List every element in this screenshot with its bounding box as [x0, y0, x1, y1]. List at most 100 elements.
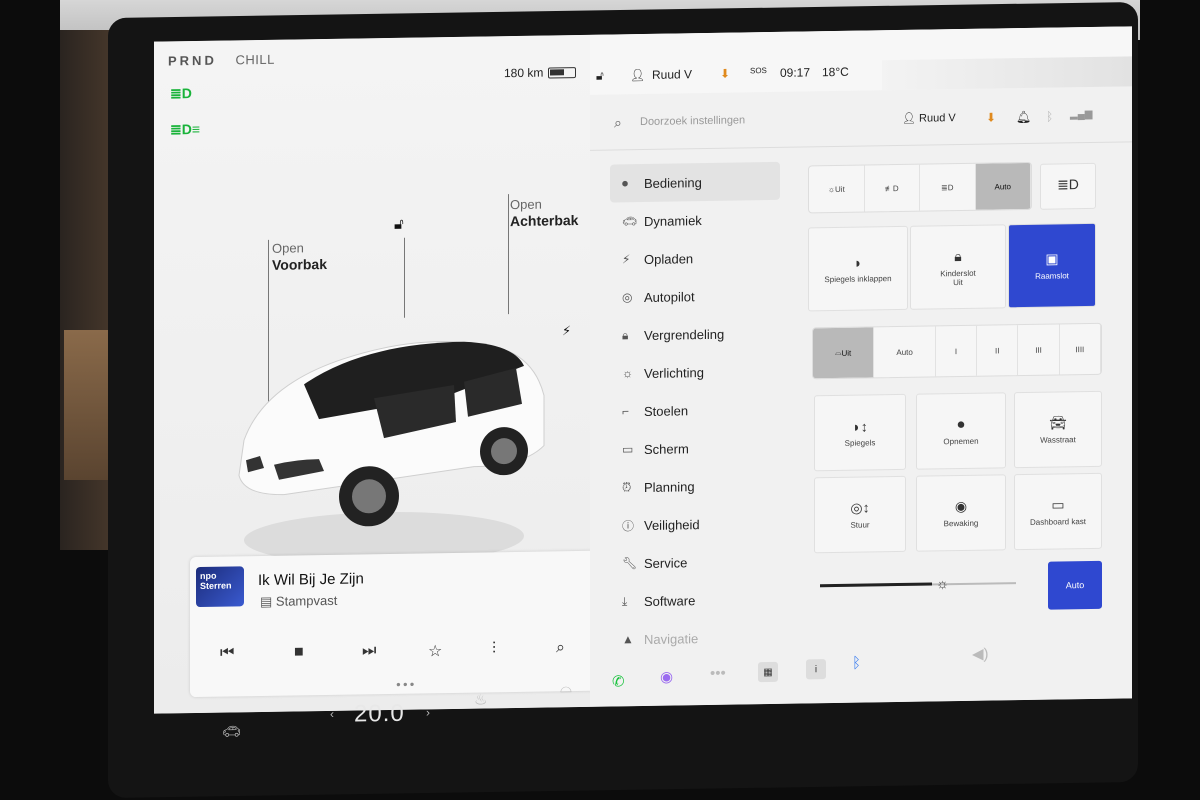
menu-item-verlichting[interactable]: ☼ Verlichting [610, 352, 780, 393]
wiper-speed-2[interactable]: II [977, 325, 1019, 376]
carwash-shortcut[interactable]: 🚘︎ Wasstraat [1014, 390, 1102, 469]
camera-icon[interactable]: ◉ [660, 668, 673, 686]
seat-heater-icon[interactable]: ♨ [474, 690, 487, 708]
download-icon[interactable]: ⬇︎ [720, 67, 730, 81]
menu-item-opladen[interactable]: ⚡︎ Opladen [610, 238, 780, 279]
menu-label: Opladen [644, 250, 694, 267]
profile-button[interactable]: 👤︎ Ruud V [902, 111, 956, 125]
display-icon: ▭ [622, 442, 634, 457]
glovebox-shortcut[interactable]: ▭ Dashboard kast [1014, 472, 1102, 551]
parking-lights-option[interactable]: ≢D [864, 164, 920, 212]
photo-background: PRND CHILL 180 km ≣D ≣D≡ Open Voorbak 🔓︎… [0, 0, 1200, 800]
wiper-speed-3[interactable]: III [1018, 324, 1060, 376]
trunk-label-top: Open [510, 196, 542, 213]
menu-item-stoelen[interactable]: ⌐ Stoelen [610, 390, 780, 431]
menu-item-autopilot[interactable]: ◎ Autopilot [610, 276, 780, 317]
menu-item-veiligheid[interactable]: ⓘ Veiligheid [610, 504, 780, 545]
bluetooth-status-icon: ᛒ [1046, 109, 1054, 124]
artist-name: Stampvast [275, 592, 338, 609]
menu-item-bediening[interactable]: ⏺︎ Bediening [610, 161, 780, 203]
high-beam-button[interactable]: ≣D [1040, 162, 1096, 210]
navigation-icon: ▲ [622, 632, 634, 647]
lights-off-option[interactable]: ☼ Uit [809, 165, 865, 213]
menu-item-service[interactable]: 🔧︎ Service [610, 542, 780, 583]
open-trunk-button[interactable]: Open Achterbak [510, 195, 578, 230]
menu-label: Dynamiek [644, 212, 702, 229]
sos-icon[interactable]: SOS [750, 66, 767, 75]
wiper-mode-selector: ⌓ Uit Auto I II III IIII [812, 322, 1102, 380]
wiper-speed-1-label: I [954, 346, 958, 356]
profile-name[interactable]: Ruud V [652, 67, 692, 82]
open-frunk-button[interactable]: Open Voorbak [272, 239, 327, 274]
gear-selector: PRND CHILL [168, 52, 275, 69]
download-icon: ⤓ [622, 593, 628, 608]
wheel-label: Stuur [850, 520, 870, 530]
lock-status-icon[interactable]: 🔓︎ [596, 69, 604, 84]
range-readout: 180 km [504, 65, 544, 81]
menu-label: Navigatie [644, 630, 699, 647]
toggle-icon: ⏺︎ [622, 175, 629, 190]
unlock-icon[interactable]: 🔓︎ [394, 216, 404, 233]
wiper-speed-4[interactable]: IIII [1059, 323, 1101, 375]
carwash-label: Wasstraat [1040, 435, 1076, 445]
temp-down-icon[interactable]: ‹ [330, 707, 334, 721]
sentry-shortcut[interactable]: ◉ Bewaking [916, 474, 1006, 552]
album-art: npo Sterren [196, 566, 244, 608]
fold-mirrors-button[interactable]: ◗ Spiegels inklappen [808, 225, 908, 312]
window-lock-button[interactable]: ▣ Raamslot [1008, 222, 1096, 309]
menu-item-vergrendeling[interactable]: 🔒︎ Vergrendeling [610, 314, 780, 355]
menu-label: Service [644, 554, 688, 571]
car-icon[interactable]: 🚗︎ [222, 722, 241, 740]
wheel-shortcut[interactable]: ◎↕ Stuur [814, 475, 906, 554]
search-input[interactable] [640, 107, 800, 135]
update-icon[interactable]: ⬇︎ [986, 110, 996, 124]
bluetooth-icon[interactable]: ᛒ [852, 655, 861, 672]
menu-item-software[interactable]: ⤓ Software [610, 580, 780, 621]
brightness-slider[interactable]: ☼ [816, 564, 1040, 608]
lights-auto-option[interactable]: Auto [975, 162, 1031, 210]
sun-icon: ☼ [622, 366, 633, 381]
wipers-off-option[interactable]: ⌓ Uit [813, 327, 875, 379]
menu-label: Stoelen [644, 402, 689, 419]
low-beam-option[interactable]: ≣D [920, 163, 976, 211]
carwash-icon: 🚘︎ [1049, 414, 1067, 431]
cabin-temperature[interactable]: 20.0 [354, 700, 405, 729]
wipers-auto-option[interactable]: Auto [874, 326, 936, 378]
headlight-mode-selector: ☼ Uit ≢D ≣D Auto [808, 161, 1032, 214]
profile-icon[interactable]: 👤︎ [630, 68, 645, 82]
glovebox-icon: ▭ [1051, 496, 1065, 513]
bell-icon[interactable]: 🔔︎ [1016, 110, 1031, 124]
fold-mirrors-label: Spiegels inklappen [824, 273, 892, 284]
mirrors-shortcut[interactable]: ◗↕ Spiegels [814, 393, 906, 472]
sentry-icon: ◉ [954, 497, 968, 515]
brightness-auto-button[interactable]: Auto [1048, 560, 1102, 610]
menu-item-scherm[interactable]: ▭ Scherm [610, 428, 780, 469]
phone-icon[interactable]: ✆ [612, 672, 625, 690]
calendar-icon[interactable]: ▦ [758, 661, 778, 683]
child-lock-button[interactable]: 🔒︎ Kinderslot Uit [910, 224, 1006, 310]
menu-item-planning[interactable]: ⏰︎ Planning [610, 466, 780, 507]
temp-up-icon[interactable]: › [426, 705, 430, 719]
volume-icon[interactable]: ◀︎) [972, 645, 989, 663]
settings-search-bar: ⌕ 👤︎ Ruud V ⬇︎ 🔔︎ ᛒ ▂▄▆ [590, 88, 1132, 151]
window-lock-icon: ▣ [1045, 250, 1059, 267]
record-shortcut[interactable]: ⏺︎ Opnemen [916, 392, 1006, 470]
wiper-speed-1[interactable]: I [935, 325, 978, 377]
record-label: Opnemen [943, 436, 979, 447]
high-beam-icon: ≣D [1057, 175, 1079, 192]
wiper-speed-3-label: III [1035, 345, 1042, 355]
sentry-label: Bewaking [943, 518, 979, 529]
child-lock-icon: 🔒︎ [954, 247, 962, 264]
menu-item-dynamiek[interactable]: 🚗︎ Dynamiek [610, 200, 780, 241]
touchscreen: PRND CHILL 180 km ≣D ≣D≡ Open Voorbak 🔓︎… [154, 26, 1132, 714]
glovebox-label: Dashboard kast [1029, 517, 1087, 527]
defrost-icon[interactable]: ⌓ [560, 679, 572, 696]
wiper-speed-4-label: IIII [1075, 344, 1085, 354]
menu-label: Planning [644, 478, 695, 495]
more-apps-icon[interactable]: ••• [710, 665, 726, 682]
menu-label: Software [644, 592, 696, 609]
station-logo-text: npo Sterren [200, 570, 232, 591]
manual-icon[interactable]: i [806, 659, 826, 680]
window-lock-label: Raamslot [1035, 271, 1069, 281]
alarm-icon: ⏰︎ [622, 479, 632, 494]
